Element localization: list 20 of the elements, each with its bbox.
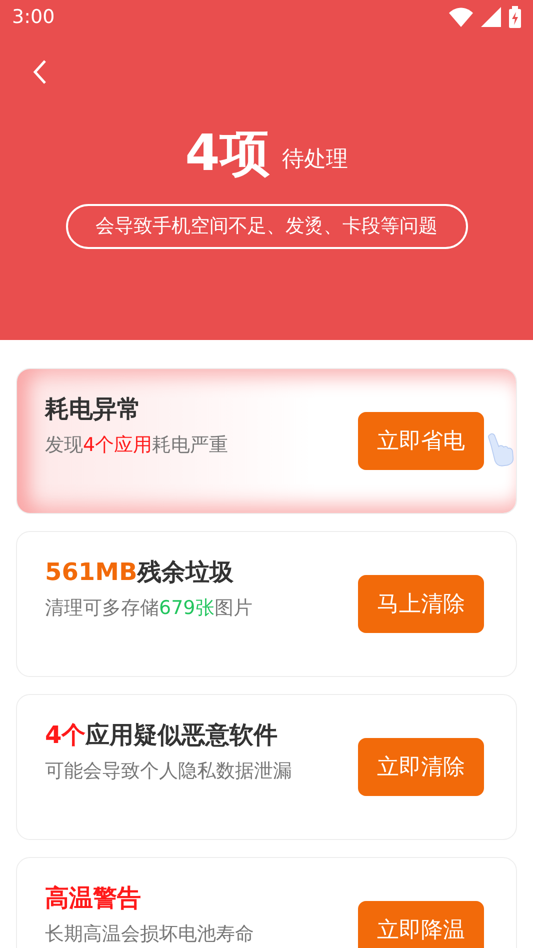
action-button[interactable]: 立即清除 (358, 738, 484, 796)
issue-description: 清理可多存储679张图片 (45, 597, 252, 621)
back-chevron-icon (33, 60, 47, 84)
action-button[interactable]: 立即降温 (358, 901, 484, 948)
wifi-icon (449, 7, 473, 27)
issue-title: 耗电异常 (45, 394, 142, 424)
issue-description: 长期高温会损坏电池寿命 (45, 923, 254, 947)
issue-title: 4个应用疑似恶意软件 (45, 720, 279, 750)
warning-notice: 会导致手机空间不足、发烫、卡段等问题 (66, 204, 468, 248)
issue-description: 可能会导致个人隐私数据泄漏 (45, 760, 292, 784)
signal-icon (481, 7, 501, 27)
issue-title: 高温警告 (45, 883, 142, 914)
pending-label: 待处理 (282, 146, 348, 174)
issue-description: 发现4个应用耗电严重 (45, 434, 228, 458)
status-time: 3:00 (12, 4, 55, 30)
issue-title: 561MB残余垃圾 (45, 557, 234, 588)
action-button[interactable]: 马上清除 (358, 575, 484, 633)
action-button[interactable]: 立即省电 (358, 412, 484, 470)
pending-count: 4项 (185, 128, 270, 178)
battery-icon (509, 6, 521, 28)
